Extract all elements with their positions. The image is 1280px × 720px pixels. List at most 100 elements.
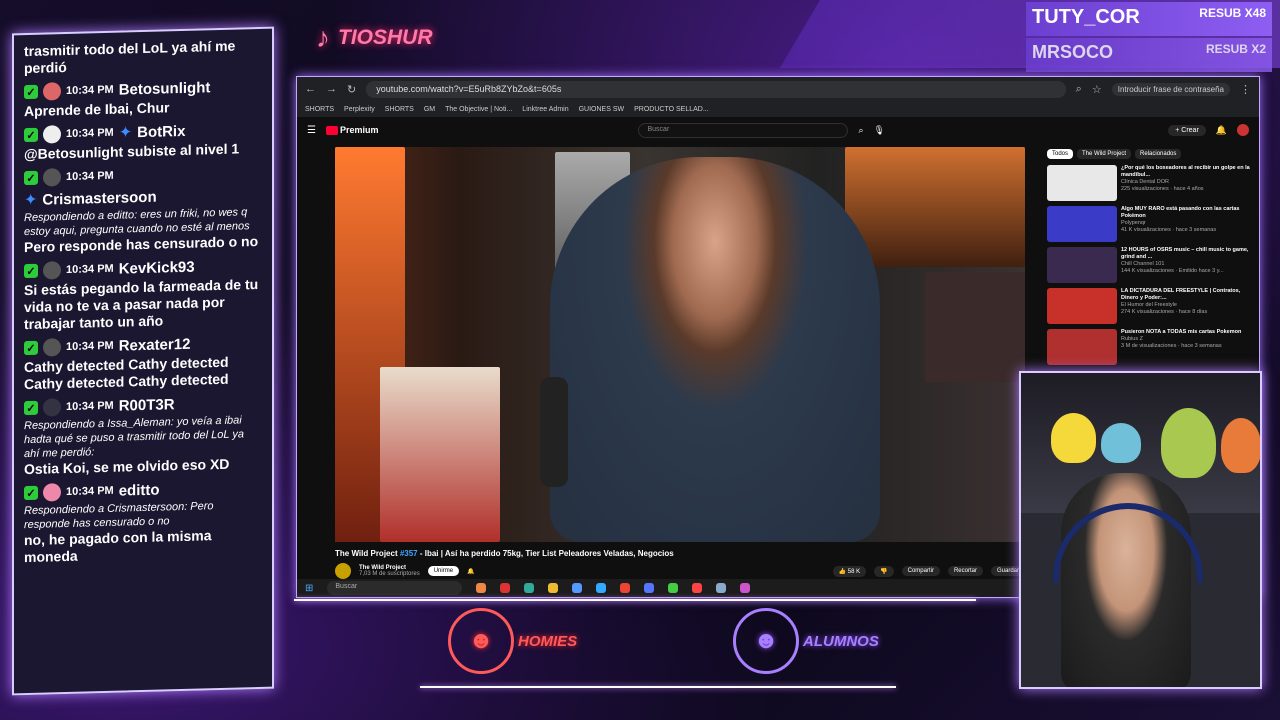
rec-title[interactable]: Pusieron NOTA a TODAS mis cartas Pokemon: [1121, 329, 1241, 335]
chat-username: KevKick93: [118, 258, 195, 278]
back-icon[interactable]: ←: [305, 83, 316, 95]
chat-text: trasmitir todo del LoL ya ahí me perdió: [24, 37, 236, 77]
resub-count: RESUB X2: [1205, 42, 1266, 56]
chat-message: trasmitir todo del LoL ya ahí me perdió: [24, 37, 262, 77]
zoom-icon[interactable]: ⌕: [1076, 83, 1082, 96]
bookmark[interactable]: SHORTS: [305, 106, 334, 113]
hood-icon: ☻: [733, 608, 799, 674]
bookmark[interactable]: SHORTS: [385, 106, 414, 113]
rec-title[interactable]: ¿Por qué los boxeadores al recibir un go…: [1121, 165, 1250, 178]
chat-message: ✓ 10:34 PM Betosunlight Aprende de Ibai, C…: [24, 75, 262, 120]
chrome-icon[interactable]: [620, 583, 631, 593]
rec-meta: 144 K visualizaciones · Emitido hace 3 y…: [1121, 268, 1224, 274]
poster-nuka: [380, 367, 500, 542]
bookmark[interactable]: GUIONES SW: [579, 106, 625, 113]
bookmark[interactable]: Linktree Admin: [522, 106, 568, 113]
rec-meta: 3 M de visualizaciones · hace 3 semanas: [1121, 343, 1222, 349]
recommended-video[interactable]: ¿Por qué los boxeadores al recibir un go…: [1047, 165, 1257, 201]
forward-icon[interactable]: →: [326, 83, 337, 95]
rec-title[interactable]: Algo MUY RARO está pasando con las carta…: [1121, 206, 1240, 219]
bookmark[interactable]: PRODUCTO SELLAD...: [634, 106, 709, 113]
channel-avatar[interactable]: [335, 563, 351, 579]
avatar: [43, 338, 61, 357]
rec-channel: El Humor del Freestyle: [1121, 302, 1177, 308]
discord-icon[interactable]: [644, 583, 655, 593]
check-icon: ✓: [24, 340, 38, 356]
app-icon[interactable]: [740, 583, 751, 593]
like-button[interactable]: 👍 58 K: [832, 565, 867, 577]
recommended-video[interactable]: Algo MUY RARO está pasando con las carta…: [1047, 206, 1257, 242]
bookmark[interactable]: Perplexity: [344, 106, 375, 113]
avatar: [43, 125, 61, 144]
rec-channel: Chill Channel 101: [1121, 261, 1165, 267]
chat-time: 10:34 PM: [66, 484, 114, 499]
video-thumbnail[interactable]: [1047, 247, 1117, 283]
chip-related[interactable]: Relacionados: [1135, 149, 1182, 159]
bookmark[interactable]: GM: [424, 106, 435, 113]
alumnos-badge: ☻ ALUMNOS: [733, 608, 879, 674]
hamburger-icon[interactable]: ☰: [307, 125, 316, 136]
recommended-video[interactable]: 12 HOURS of OSRS music – chill music to …: [1047, 247, 1257, 283]
opera-icon[interactable]: [500, 583, 511, 593]
chat-time: 10:34 PM: [66, 399, 114, 414]
search-input[interactable]: Buscar: [638, 122, 849, 138]
video-thumbnail[interactable]: [1047, 165, 1117, 201]
avatar: [43, 261, 61, 280]
video-player[interactable]: [335, 147, 1025, 542]
video-thumbnail[interactable]: [1047, 329, 1117, 365]
dislike-button[interactable]: 👎: [874, 565, 894, 577]
mic-icon[interactable]: 🎙: [874, 125, 885, 136]
resub-name: TUTY_COR: [1032, 6, 1140, 28]
chat-time: 10:34 PM: [66, 262, 114, 277]
create-label: Crear: [1181, 126, 1199, 134]
video-thumbnail[interactable]: [1047, 288, 1117, 324]
chat-panel: trasmitir todo del LoL ya ahí me perdió …: [12, 26, 274, 696]
store-icon[interactable]: [572, 583, 583, 593]
share-button[interactable]: Compartir: [901, 566, 940, 576]
check-icon: ✓: [24, 263, 38, 279]
join-button[interactable]: Unirme: [427, 566, 460, 576]
windows-start-icon[interactable]: ⊞: [305, 583, 313, 594]
edge-icon[interactable]: [524, 583, 535, 593]
recommended-video[interactable]: LA DICTADURA DEL FREESTYLE | Contratos, …: [1047, 288, 1257, 324]
bookmark[interactable]: The Objective | Noti...: [445, 106, 512, 113]
chip-all[interactable]: Todos: [1047, 149, 1074, 159]
star-icon[interactable]: ☆: [1092, 83, 1102, 96]
bell-icon[interactable]: 🔔: [467, 568, 474, 575]
password-prompt[interactable]: Introducir frase de contraseña: [1111, 82, 1230, 96]
app-icon[interactable]: [668, 583, 679, 593]
chat-message: ✓ 10:34 PM R00T3R Respondiendo a Issa_Alem…: [24, 391, 262, 478]
chat-time: 10:34 PM: [66, 126, 114, 141]
recommended-video[interactable]: Pusieron NOTA a TODAS mis cartas Pokemon…: [1047, 329, 1257, 365]
search-icon[interactable]: ⌕: [858, 125, 863, 136]
rec-title[interactable]: 12 HOURS of OSRS music – chill music to …: [1121, 247, 1248, 260]
chat-message: ✓ 10:34 PM Rexater12 Cathy detected Cathy …: [24, 331, 262, 393]
app-icon[interactable]: [596, 583, 607, 593]
rec-title[interactable]: LA DICTADURA DEL FREESTYLE | Contratos, …: [1121, 288, 1240, 301]
brave-icon[interactable]: [476, 583, 487, 593]
chat-username: Rexater12: [118, 335, 191, 355]
video-thumbnail[interactable]: [1047, 206, 1117, 242]
url-field[interactable]: youtube.com/watch?v=E5uRb8ZYbZo&t=605s: [366, 80, 1066, 98]
chat-message: ✓ 10:34 PM KevKick93 Si estás pegando la f…: [24, 254, 262, 333]
folder-icon[interactable]: [548, 583, 559, 593]
reload-icon[interactable]: ↻: [347, 83, 356, 96]
badge-label: ALUMNOS: [803, 632, 879, 650]
notifications-icon[interactable]: 🔔: [1216, 125, 1227, 136]
clip-button[interactable]: Recortar: [947, 566, 983, 576]
chip-channel[interactable]: The Wild Project: [1077, 149, 1132, 159]
chat-time: 10:34 PM: [66, 339, 114, 354]
create-button[interactable]: + Crear: [1168, 124, 1206, 136]
episode-number[interactable]: #357: [400, 549, 418, 558]
pokeball-icon[interactable]: [692, 583, 703, 593]
rec-meta: 274 K visualizaciones · hace 8 días: [1121, 309, 1208, 315]
resub-count: RESUB X48: [1199, 6, 1266, 20]
rec-channel: Clínica Dental DOR: [1121, 179, 1169, 185]
youtube-logo[interactable]: Premium: [325, 125, 378, 136]
taskbar-search[interactable]: Buscar: [327, 581, 463, 595]
app-icon[interactable]: [716, 583, 727, 593]
account-avatar[interactable]: [1237, 124, 1249, 136]
avatar: [43, 398, 61, 417]
host-figure: [550, 157, 880, 542]
menu-icon[interactable]: ⋮: [1240, 83, 1251, 96]
